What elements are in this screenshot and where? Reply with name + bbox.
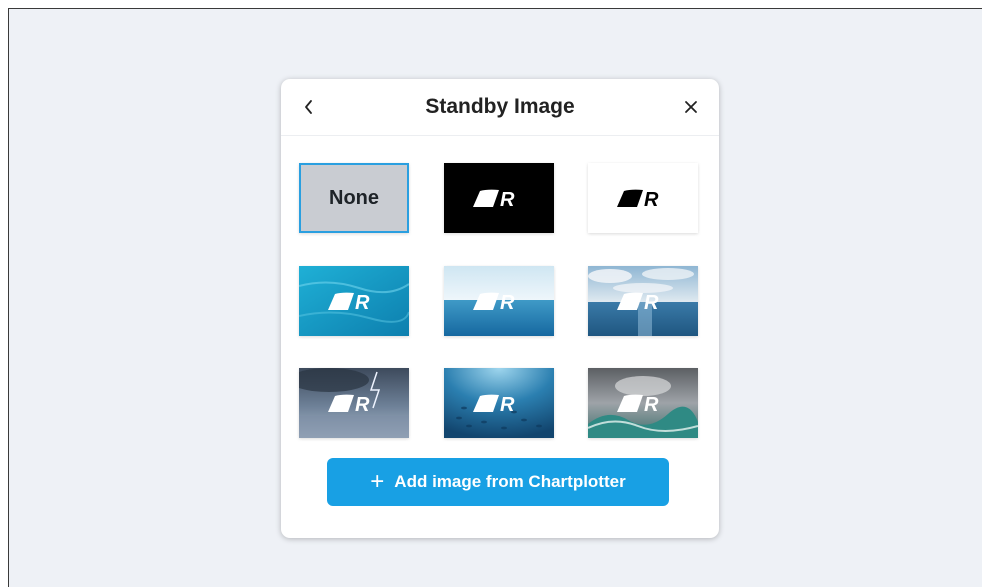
brand-logo-icon: R xyxy=(617,394,659,413)
image-option-storm-lightning[interactable]: R xyxy=(299,368,409,438)
close-button[interactable] xyxy=(677,93,705,121)
add-image-label: Add image from Chartplotter xyxy=(394,472,626,491)
brand-logo-icon: R xyxy=(473,394,515,413)
svg-text:R: R xyxy=(644,394,659,413)
svg-text:R: R xyxy=(355,394,370,413)
svg-text:R: R xyxy=(644,189,659,208)
close-icon xyxy=(685,101,697,113)
brand-logo-icon: R xyxy=(328,394,370,413)
brand-logo-icon: R xyxy=(473,292,515,311)
brand-logo-icon: R xyxy=(617,292,659,311)
image-option-label: None xyxy=(329,186,379,209)
dialog-title: Standby Image xyxy=(425,95,575,118)
image-option-underwater-fish[interactable]: R xyxy=(444,368,554,438)
image-option-ocean-horizon-calm[interactable]: R xyxy=(444,266,554,336)
svg-text:R: R xyxy=(500,189,515,208)
brand-logo-icon: R xyxy=(617,189,659,208)
image-option-stormy-waves[interactable]: R xyxy=(588,368,698,438)
image-option-ocean-horizon-clouds[interactable]: R xyxy=(588,266,698,336)
svg-text:R: R xyxy=(355,292,370,311)
dialog-header: Standby Image xyxy=(281,79,719,136)
add-image-button[interactable]: + Add image from Chartplotter xyxy=(327,458,669,506)
image-option-logo-white[interactable]: R xyxy=(588,163,698,233)
image-option-ocean-turquoise[interactable]: R xyxy=(299,266,409,336)
brand-logo-icon: R xyxy=(328,292,370,311)
image-grid: None R R R R R R R R xyxy=(299,163,701,438)
svg-text:R: R xyxy=(644,292,659,311)
image-option-logo-black[interactable]: R xyxy=(444,163,554,233)
svg-text:R: R xyxy=(500,394,515,413)
image-option-none[interactable]: None xyxy=(299,163,409,233)
plus-icon: + xyxy=(370,468,385,495)
brand-logo-icon: R xyxy=(473,189,515,208)
standby-image-dialog: Standby Image None R R R R R R R R + Add… xyxy=(281,79,719,538)
svg-text:R: R xyxy=(500,292,515,311)
